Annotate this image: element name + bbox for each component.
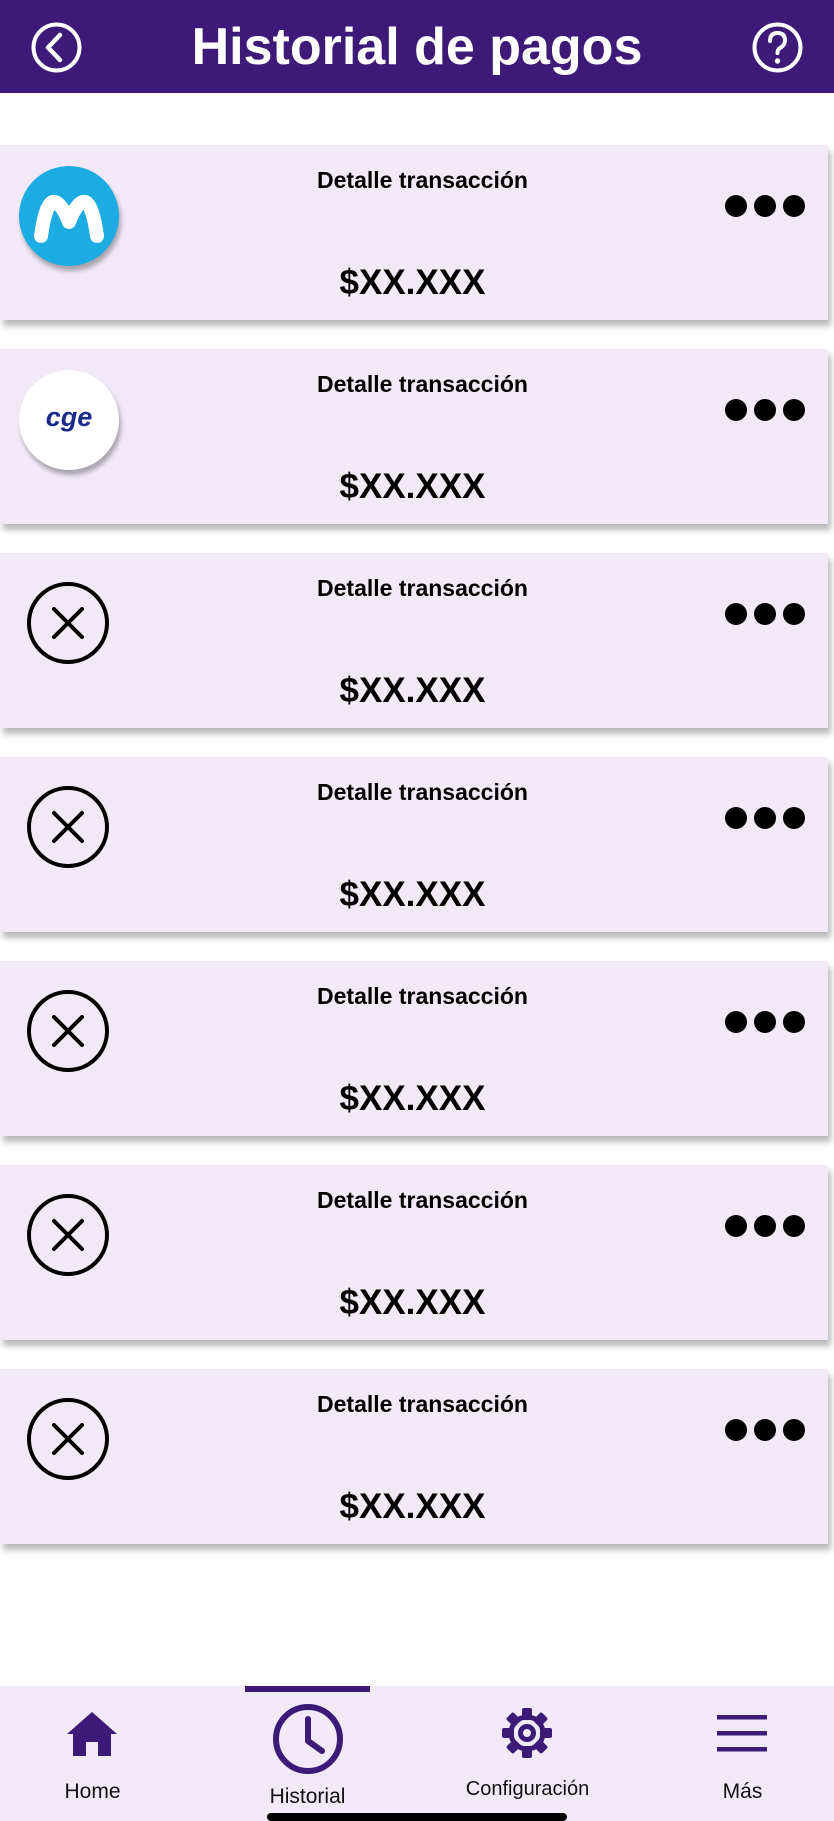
- movistar-logo: [19, 166, 119, 266]
- tab-historial[interactable]: Historial: [245, 1686, 370, 1821]
- active-tab-indicator: [245, 1686, 370, 1692]
- tab-label: Historial: [269, 1785, 346, 1808]
- ellipsis-icon: [725, 807, 805, 829]
- tab-label: Más: [722, 1780, 763, 1803]
- transaction-card[interactable]: cge Detalle transacción $XX.XXX: [0, 349, 828, 524]
- transaction-detail-label: Detalle transacción: [317, 167, 528, 193]
- gear-icon: [502, 1708, 552, 1758]
- more-options-button[interactable]: [723, 193, 807, 219]
- home-indicator: [267, 1813, 567, 1821]
- transaction-card[interactable]: Detalle transacción $XX.XXX: [0, 145, 828, 320]
- transaction-card[interactable]: Detalle transacción $XX.XXX: [0, 757, 828, 932]
- chevron-left-circle-icon: [31, 22, 82, 73]
- ellipsis-icon: [725, 1011, 805, 1033]
- tab-home[interactable]: Home: [40, 1686, 145, 1821]
- cancel-icon: [26, 989, 110, 1073]
- transaction-amount: $XX.XXX: [339, 671, 486, 710]
- transaction-detail-label: Detalle transacción: [317, 371, 528, 397]
- transaction-card[interactable]: Detalle transacción $XX.XXX: [0, 1165, 828, 1340]
- transaction-detail-label: Detalle transacción: [317, 779, 528, 805]
- more-options-button[interactable]: [723, 1417, 807, 1443]
- more-options-button[interactable]: [723, 1213, 807, 1239]
- cancel-icon: [26, 581, 110, 665]
- transaction-amount: $XX.XXX: [339, 1487, 486, 1526]
- transaction-amount: $XX.XXX: [339, 1283, 486, 1322]
- transaction-card[interactable]: Detalle transacción $XX.XXX: [0, 1369, 828, 1544]
- transaction-detail-label: Detalle transacción: [317, 1187, 528, 1213]
- cancel-icon: [26, 785, 110, 869]
- tab-mas[interactable]: Más: [700, 1686, 785, 1821]
- transaction-card[interactable]: Detalle transacción $XX.XXX: [0, 961, 828, 1136]
- menu-icon: [717, 1715, 767, 1752]
- cancel-icon: [26, 1193, 110, 1277]
- ellipsis-icon: [725, 1215, 805, 1237]
- cge-logo: cge: [19, 370, 119, 470]
- transaction-amount: $XX.XXX: [339, 1079, 486, 1118]
- more-options-button[interactable]: [723, 1009, 807, 1035]
- transaction-detail-label: Detalle transacción: [317, 1391, 528, 1417]
- more-options-button[interactable]: [723, 397, 807, 423]
- ellipsis-icon: [725, 195, 805, 217]
- back-button[interactable]: [30, 21, 83, 74]
- more-options-button[interactable]: [723, 601, 807, 627]
- question-circle-icon: [752, 22, 803, 73]
- transaction-amount: $XX.XXX: [339, 263, 486, 302]
- bottom-tab-bar: Home Historial Configuración Más: [0, 1686, 834, 1821]
- transaction-detail-label: Detalle transacción: [317, 575, 528, 601]
- transaction-amount: $XX.XXX: [339, 875, 486, 914]
- more-options-button[interactable]: [723, 805, 807, 831]
- ellipsis-icon: [725, 603, 805, 625]
- ellipsis-icon: [725, 399, 805, 421]
- app-header: Historial de pagos: [0, 0, 834, 93]
- tab-label: Home: [64, 1780, 121, 1803]
- cancel-icon: [26, 1397, 110, 1481]
- home-icon: [67, 1712, 117, 1756]
- transaction-amount: $XX.XXX: [339, 467, 486, 506]
- clock-icon: [273, 1704, 343, 1774]
- tab-configuracion[interactable]: Configuración: [455, 1686, 600, 1821]
- svg-text:cge: cge: [46, 402, 93, 432]
- tab-label: Configuración: [465, 1778, 590, 1800]
- transaction-card[interactable]: Detalle transacción $XX.XXX: [0, 553, 828, 728]
- transaction-detail-label: Detalle transacción: [317, 983, 528, 1009]
- page-title: Historial de pagos: [191, 18, 643, 76]
- help-button[interactable]: [751, 21, 804, 74]
- ellipsis-icon: [725, 1419, 805, 1441]
